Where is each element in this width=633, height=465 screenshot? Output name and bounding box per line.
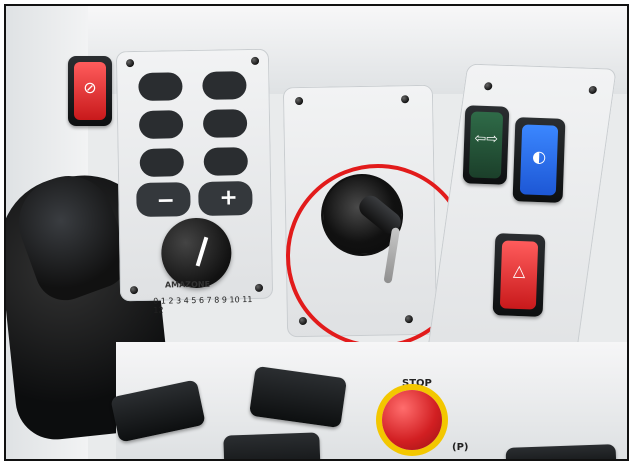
green-headlight-switch[interactable]: ⇦⇨ [462, 105, 510, 185]
keypad-screw [250, 56, 260, 65]
stop-button-icon[interactable] [382, 390, 442, 450]
hazard-icon: △ [512, 260, 526, 281]
rotary-dial[interactable] [160, 217, 232, 289]
blue-switch-face: ◐ [519, 124, 559, 196]
keypad-button-3[interactable] [138, 110, 184, 139]
keypad-screw [254, 283, 264, 292]
bottom-rocker-4[interactable] [505, 444, 617, 459]
keypad-screw [129, 286, 139, 295]
keypad-button-1[interactable] [138, 72, 183, 101]
knob-scale-text: 0 1 2 3 4 5 6 7 8 9 10 11 12 [153, 295, 253, 315]
hazard-switch[interactable]: △ [492, 233, 546, 317]
parking-icon [450, 438, 478, 458]
blue-headlight-switch[interactable]: ◐ [512, 117, 566, 203]
plus-icon: + [219, 185, 239, 211]
keypad-button-5[interactable] [139, 148, 185, 177]
bottom-rocker-3[interactable] [223, 432, 321, 459]
brake-icon: ⊘ [83, 78, 97, 97]
ignition-screw [298, 316, 307, 326]
turn-signal-icon: ⇦⇨ [474, 130, 499, 148]
right-screw [483, 82, 493, 91]
control-keypad-panel: − + 0 1 2 3 4 5 6 7 8 9 10 11 12 AMAZONE [115, 48, 274, 315]
minus-icon: − [156, 188, 176, 214]
brand-text: AMAZONE [164, 279, 211, 290]
green-switch-face: ⇦⇨ [468, 111, 504, 179]
brake-switch[interactable]: ⊘ [68, 56, 112, 126]
stop-label: STOP [402, 378, 432, 389]
ignition-screw [295, 96, 304, 106]
keypad-button-2[interactable] [202, 71, 247, 100]
keypad-button-4[interactable] [202, 109, 248, 138]
keypad-button-6[interactable] [203, 147, 249, 176]
hazard-switch-face: △ [499, 240, 539, 310]
headlight-icon: ◐ [531, 146, 547, 167]
keypad-screw [125, 59, 135, 68]
ignition-screw [400, 95, 410, 104]
right-screw [588, 85, 598, 95]
brake-switch-face: ⊘ [74, 62, 106, 120]
screenshot-frame: ⊘ − + 0 1 2 3 4 5 6 7 8 9 10 11 12 AMAZO… [4, 4, 629, 461]
